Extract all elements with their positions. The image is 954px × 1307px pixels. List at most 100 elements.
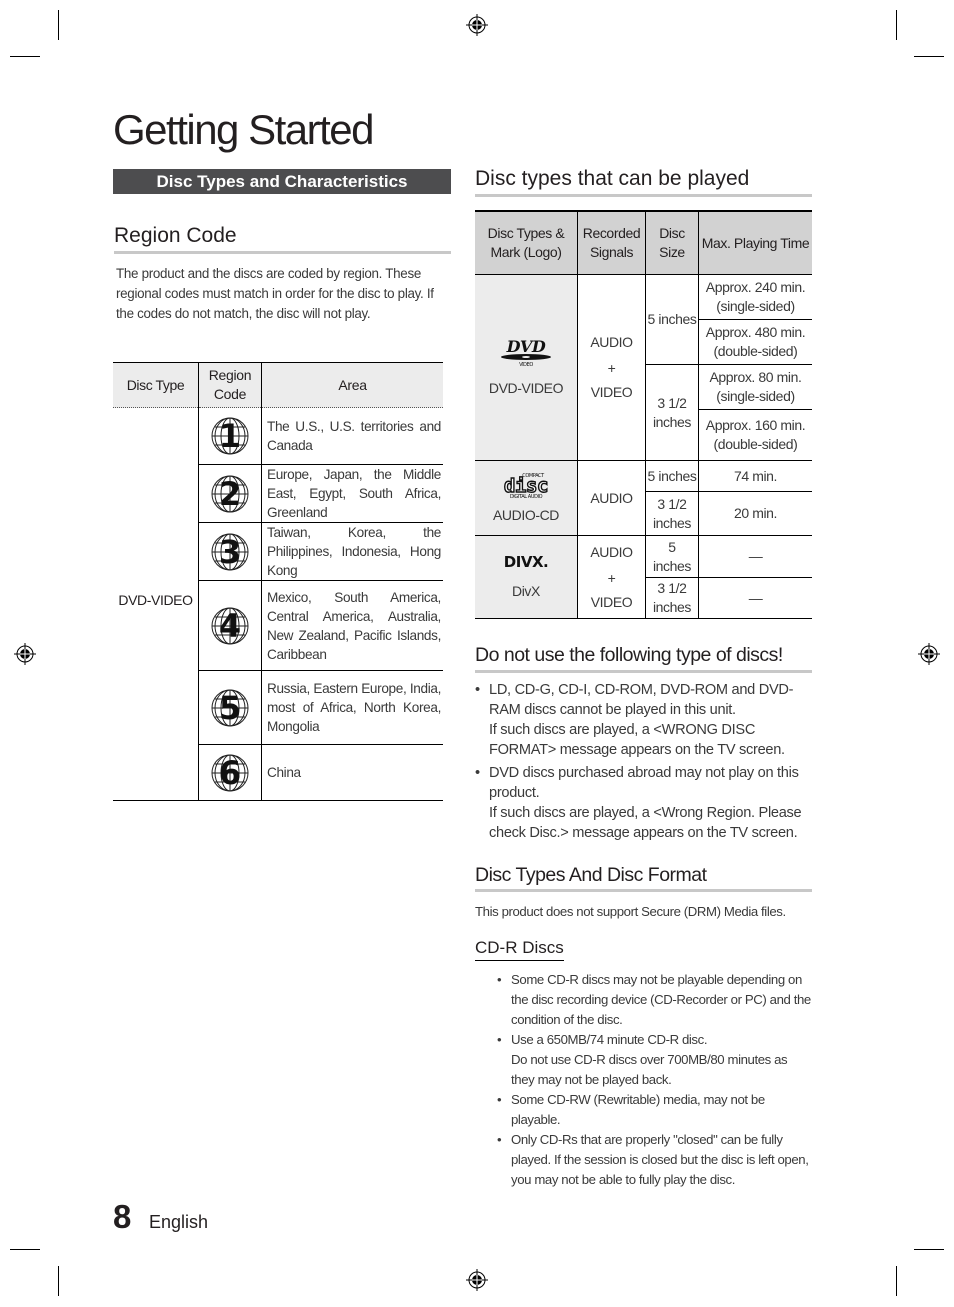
table-header-row: Disc Types & Mark (Logo) Recorded Signal… [475, 211, 812, 275]
svg-text:VIDEO: VIDEO [519, 362, 533, 368]
page-title: Getting Started [113, 106, 375, 153]
signals-cell: AUDIO + VIDEO [577, 274, 646, 461]
page-language: English [149, 1212, 209, 1232]
header-disc-type: Disc Type [113, 362, 199, 408]
disc-name: DivX [512, 583, 540, 599]
list-item: Use a 650MB/74 minute CD-R disc. Do not … [497, 1030, 812, 1090]
svg-text:DVD: DVD [506, 338, 546, 356]
crop-mark [896, 10, 897, 40]
crop-mark [58, 1266, 59, 1296]
size-cell: 3 1/2 inches [645, 577, 699, 619]
signals-cell: AUDIO + VIDEO [577, 535, 646, 619]
time-cell: 20 min. [698, 491, 812, 536]
region-4-globe-icon: 4 [210, 606, 250, 646]
table-header-row: Disc Type Region Code Area [113, 362, 443, 408]
registration-mark-icon [14, 643, 36, 665]
size-cell: 3 1/2 inches [645, 364, 699, 461]
signals-cell: AUDIO [577, 460, 646, 536]
header-area: Area [261, 362, 443, 408]
registration-mark-icon [918, 643, 940, 665]
dvd-video-logo-icon: DVD VIDEO [501, 337, 551, 368]
area-cell: Taiwan, Korea, the Philippines, Indonesi… [267, 525, 441, 578]
header-disc-size: Disc Size [645, 211, 699, 275]
region-code-cell: 3 [198, 522, 262, 581]
header-disc-types-mark: Disc Types & Mark (Logo) [475, 211, 578, 275]
cd-logo-cell: COMPACT disc DIGITAL AUDIO AUDIO-CD [475, 460, 578, 536]
do-not-use-heading: Do not use the following type of discs! [475, 644, 783, 666]
size-cell: 5 inches [645, 535, 699, 578]
crop-mark [10, 56, 40, 57]
header-recorded-signals: Recorded Signals [577, 211, 646, 275]
region-6-globe-icon: 6 [210, 753, 250, 793]
cdr-discs-heading: CD-R Discs [475, 938, 564, 961]
table-row: DVD VIDEO DVD-VIDEO AUDIO + VIDEO 5 inch… [475, 274, 812, 461]
crop-mark [896, 1266, 897, 1296]
region-code-heading: Region Code [114, 224, 237, 247]
area-cell: China [267, 765, 301, 780]
crop-mark [914, 56, 944, 57]
region-code-intro: The product and the discs are coded by r… [116, 266, 434, 321]
page-number: 8 [113, 1198, 132, 1235]
disc-format-heading: Disc Types And Disc Format [475, 864, 707, 886]
heading-rule [114, 251, 451, 254]
heading-rule [475, 889, 812, 892]
area-cell: Russia, Eastern Europe, India, most of A… [267, 681, 441, 734]
area-cell: The U.S., U.S. territories and Canada [267, 419, 441, 453]
disc-types-heading: Disc types that can be played [475, 167, 750, 190]
svg-text:DIGITAL AUDIO: DIGITAL AUDIO [510, 494, 543, 499]
size-cell: 3 1/2 inches [645, 491, 699, 536]
time-cell: Approx. 160 min. (double-sided) [698, 409, 812, 461]
list-item: LD, CD-G, CD-I, CD-ROM, DVD-ROM and DVD-… [475, 680, 805, 760]
table-row: DVD-VIDEO 1 The U.S., U.S. territories a… [113, 407, 443, 801]
region-code-table: Disc Type Region Code Area DVD-VIDEO 1 T… [113, 362, 443, 801]
time-cell: 74 min. [698, 460, 812, 492]
time-cell: — [698, 535, 812, 578]
header-region-code: Region Code [198, 362, 262, 408]
area-cell: Europe, Japan, the Middle East, Egypt, S… [267, 467, 441, 520]
area-cell: Mexico, South America, Central America, … [267, 589, 441, 662]
crop-mark [10, 1249, 40, 1250]
drm-note: This product does not support Secure (DR… [475, 904, 786, 919]
region-5-globe-icon: 5 [210, 688, 250, 728]
region-1-globe-icon: 1 [210, 416, 250, 456]
region-2-globe-icon: 2 [210, 474, 250, 514]
compact-disc-digital-audio-logo-icon: COMPACT disc DIGITAL AUDIO [503, 473, 549, 500]
region-code-cell: 1 [198, 407, 262, 465]
region-code-cell: 2 [198, 464, 262, 523]
region-code-cell: 5 [198, 670, 262, 745]
cdr-list: Some CD-R discs may not be playable depe… [497, 970, 812, 1190]
do-not-use-list: LD, CD-G, CD-I, CD-ROM, DVD-ROM and DVD-… [475, 680, 805, 846]
svg-text:DIVX.: DIVX. [504, 553, 548, 571]
size-cell: 5 inches [645, 274, 699, 365]
heading-rule [475, 194, 812, 197]
list-item: Only CD-Rs that are properly "closed" ca… [497, 1130, 812, 1190]
time-cell: Approx. 480 min. (double-sided) [698, 319, 812, 365]
list-item: Some CD-R discs may not be playable depe… [497, 970, 812, 1030]
dvd-logo-cell: DVD VIDEO DVD-VIDEO [475, 274, 578, 461]
registration-mark-icon [466, 14, 488, 36]
region-code-cell: 6 [198, 744, 262, 801]
disc-type-cell: DVD-VIDEO [113, 407, 199, 801]
crop-mark [58, 10, 59, 40]
region-code-cell: 4 [198, 580, 262, 671]
disc-types-table: Disc Types & Mark (Logo) Recorded Signal… [475, 210, 812, 619]
time-cell: Approx. 240 min. (single-sided) [698, 274, 812, 320]
heading-rule [475, 670, 812, 673]
time-cell: Approx. 80 min. (single-sided) [698, 364, 812, 410]
list-item: DVD discs purchased abroad may not play … [475, 763, 805, 843]
time-cell: — [698, 577, 812, 619]
divx-logo-icon: DIVX. [504, 553, 549, 571]
disc-name: DVD-VIDEO [488, 379, 564, 396]
region-3-globe-icon: 3 [210, 532, 250, 572]
registration-mark-icon [466, 1269, 488, 1291]
crop-mark [914, 1249, 944, 1250]
section-bar: Disc Types and Characteristics [113, 169, 451, 194]
divx-logo-cell: DIVX. DivX [475, 535, 578, 619]
table-row: COMPACT disc DIGITAL AUDIO AUDIO-CD AUDI… [475, 460, 812, 536]
size-cell: 5 inches [645, 460, 699, 492]
header-region-code-label: Region Code [208, 367, 252, 402]
table-row: DIVX. DivX AUDIO + VIDEO 5 inches — [475, 535, 812, 619]
header-max-playing-time: Max. Playing Time [698, 211, 812, 275]
disc-name: AUDIO-CD [492, 507, 560, 523]
list-item: Some CD-RW (Rewritable) media, may not b… [497, 1090, 812, 1130]
